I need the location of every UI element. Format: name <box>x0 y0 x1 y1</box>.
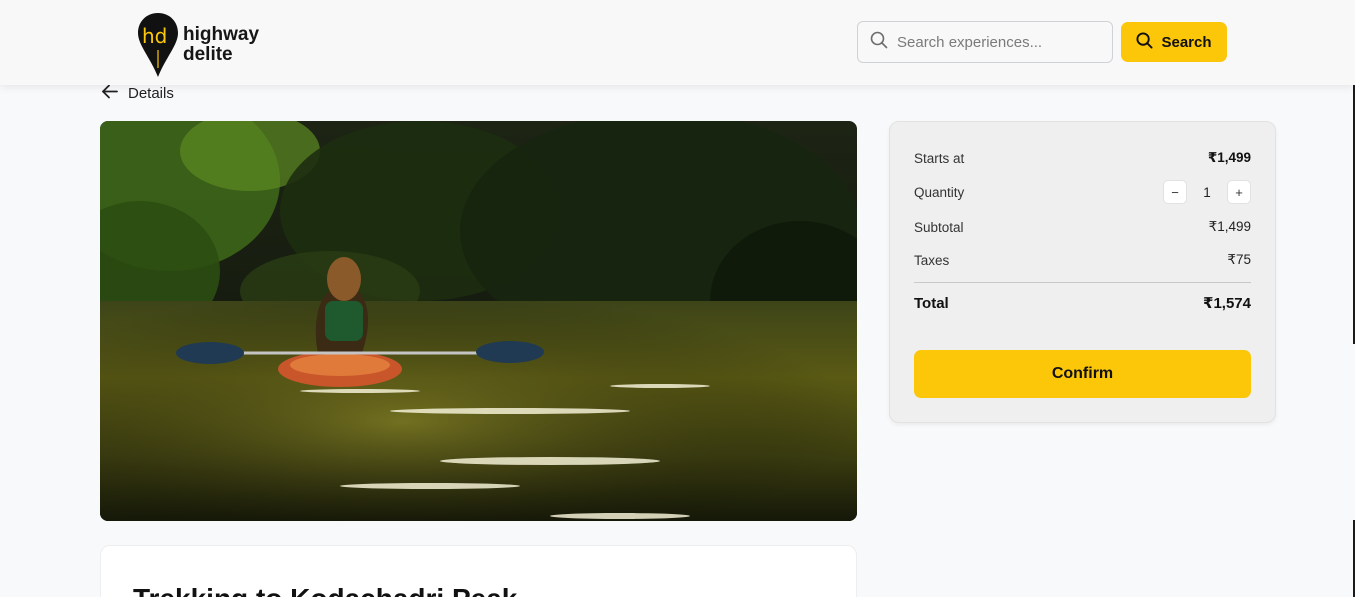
search-input[interactable] <box>897 33 1097 51</box>
quantity-value: 1 <box>1203 184 1211 200</box>
brand-logo[interactable]: hd highway delite <box>137 12 259 78</box>
total-label: Total <box>914 294 949 312</box>
starts-at-row: Starts at ₹1,499 <box>914 150 1251 166</box>
search-field[interactable] <box>857 21 1113 63</box>
back-link[interactable]: Details <box>101 83 174 103</box>
experience-info-card: Trekking to Kodachadri Peak <box>100 545 857 597</box>
total-row: Total ₹1,574 <box>914 294 1251 313</box>
subtotal-label: Subtotal <box>914 219 964 235</box>
brand-name: highway delite <box>183 25 259 65</box>
taxes-label: Taxes <box>914 252 950 268</box>
logo-mark-text: hd <box>142 24 167 48</box>
subtotal-row: Subtotal ₹1,499 <box>914 219 1251 235</box>
brand-name-line2: delite <box>183 44 233 65</box>
taxes-value: ₹75 <box>1227 252 1251 267</box>
total-value: ₹1,574 <box>1203 295 1251 312</box>
quantity-stepper: − 1 + <box>1163 180 1251 204</box>
experience-hero-image <box>100 121 857 521</box>
search-button-icon <box>1136 31 1153 53</box>
logo-pin-icon: hd <box>138 13 178 77</box>
brand-name-line1: highway <box>183 24 260 45</box>
kayak-photo <box>100 121 857 521</box>
quantity-label: Quantity <box>914 184 965 200</box>
search-button-label: Search <box>1161 33 1212 51</box>
arrow-left-icon <box>101 84 118 103</box>
subtotal-value: ₹1,499 <box>1208 219 1251 234</box>
decrement-button[interactable]: − <box>1163 180 1187 204</box>
summary-divider <box>914 282 1251 283</box>
starts-at-value: ₹1,499 <box>1207 150 1251 165</box>
starts-at-label: Starts at <box>914 150 965 166</box>
experience-title: Trekking to Kodachadri Peak <box>133 583 517 597</box>
back-link-label: Details <box>128 84 174 102</box>
booking-summary-card: Starts at ₹1,499 Quantity − 1 + Subtotal… <box>889 121 1276 423</box>
confirm-button[interactable]: Confirm <box>914 350 1251 398</box>
taxes-row: Taxes ₹75 <box>914 252 1251 268</box>
quantity-row: Quantity − 1 + <box>914 180 1251 204</box>
search-icon <box>870 31 888 54</box>
increment-button[interactable]: + <box>1227 180 1251 204</box>
site-header: hd highway delite Search <box>0 0 1355 85</box>
search-button[interactable]: Search <box>1121 22 1227 62</box>
